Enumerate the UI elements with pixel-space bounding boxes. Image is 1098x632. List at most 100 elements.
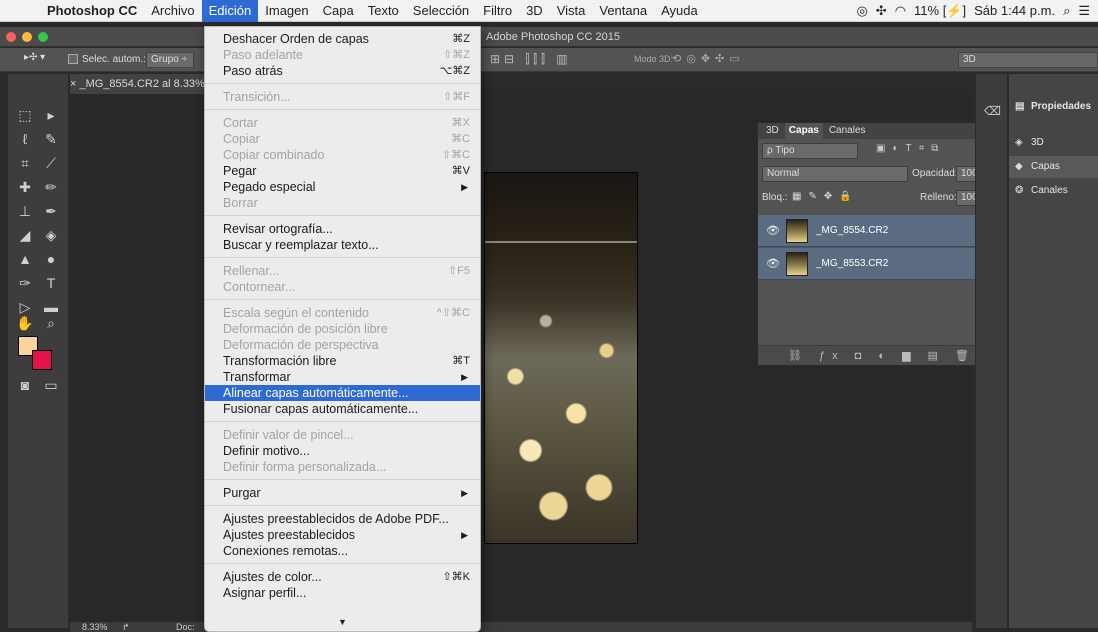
history-brush-tool-icon[interactable]: ✒ [40, 200, 62, 222]
mode-3d-icons[interactable]: ⟲◎✥✣▭ [672, 52, 745, 65]
history-panel-icon[interactable]: ⌫ [984, 104, 1001, 118]
blur-tool-icon[interactable]: ▲ [14, 248, 36, 270]
menu-ventana[interactable]: Ventana [592, 0, 654, 22]
menu-item[interactable]: Escala según el contenido ^⇧⌘C [205, 305, 480, 321]
menu-archivo[interactable]: Archivo [144, 0, 201, 22]
type-tool-icon[interactable]: T [40, 272, 62, 294]
menu-filtro[interactable]: Filtro [476, 0, 519, 22]
lasso-tool-icon[interactable]: ℓ [14, 128, 36, 150]
visibility-eye-icon[interactable]: 👁 [766, 224, 780, 237]
menu-item[interactable]: Copiar ⌘C [205, 131, 480, 147]
menu-item[interactable]: Contornear... [205, 279, 480, 295]
menu-item[interactable]: Ajustes preestablecidos de Adobe PDF... [205, 511, 480, 527]
clone-stamp-tool-icon[interactable]: ⊥ [14, 200, 36, 222]
healing-brush-tool-icon[interactable]: ✚ [14, 176, 36, 198]
share-icon[interactable]: ↱ [122, 622, 130, 632]
menu-item[interactable]: Definir valor de pincel... [205, 427, 480, 443]
menu-capa[interactable]: Capa [316, 0, 361, 22]
layer-row[interactable]: 👁 _MG_8553.CR2 [758, 248, 994, 280]
brush-tool-icon[interactable]: ✏ [40, 176, 62, 198]
menu-item[interactable]: Ajustes de color... ⇧⌘K [205, 569, 480, 585]
dodge-tool-icon[interactable]: ● [40, 248, 62, 270]
menu-item[interactable]: Transformar ▶ [205, 369, 480, 385]
align-distribute-icons[interactable]: ⊞⊟ ⫿⫿⫿ ▥ [490, 52, 572, 67]
menu-item[interactable]: Pegar ⌘V [205, 163, 480, 179]
zoom-tool-icon[interactable]: ⌕ [40, 312, 62, 334]
document-image[interactable] [484, 172, 638, 544]
layer-row[interactable]: 👁 _MG_8554.CR2 [758, 215, 994, 247]
menu-ayuda[interactable]: Ayuda [654, 0, 705, 22]
move-tool-icon[interactable]: ▸ [40, 104, 62, 126]
menu-seleccion[interactable]: Selección [406, 0, 476, 22]
crop-tool-icon[interactable]: ⌗ [14, 152, 36, 174]
zoom-readout[interactable]: 8.33% [82, 622, 108, 632]
menu-item[interactable]: Asignar perfil... [205, 585, 480, 601]
layers-panel-footer-icons[interactable]: ⛓ ƒx ◘ ◐ ▆ ▤ 🗑 [758, 345, 1006, 365]
battery-status[interactable]: 11% [⚡] [914, 3, 966, 19]
menu-item[interactable]: Fusionar capas automáticamente... [205, 401, 480, 417]
auto-select-checkbox[interactable] [68, 54, 78, 64]
tab-3d[interactable]: 3D [762, 123, 783, 139]
menu-item[interactable]: Definir motivo... [205, 443, 480, 459]
background-color-swatch[interactable] [32, 350, 52, 370]
tab-capas[interactable]: Capas [784, 123, 823, 139]
visibility-eye-icon[interactable]: 👁 [766, 257, 780, 270]
menu-item[interactable]: Paso atrás ⌥⌘Z [205, 63, 480, 79]
spotlight-icon[interactable]: ⌕ [1063, 3, 1070, 19]
menu-imagen[interactable]: Imagen [258, 0, 315, 22]
menu-item[interactable]: Deformación de perspectiva [205, 337, 480, 353]
menu-item[interactable]: Copiar combinado ⇧⌘C [205, 147, 480, 163]
eraser-tool-icon[interactable]: ◢ [14, 224, 36, 246]
menu-item[interactable]: Definir forma personalizada... [205, 459, 480, 475]
quick-mask-icon[interactable]: ◙ [14, 374, 36, 396]
menu-item[interactable]: Pegado especial ▶ [205, 179, 480, 195]
hand-tool-icon[interactable]: ✋ [14, 312, 36, 334]
dock-item-canales[interactable]: ❂ Canales [1009, 180, 1098, 202]
close-window-button[interactable] [6, 32, 16, 42]
menu-edicion[interactable]: Edición [201, 0, 259, 22]
menu-item[interactable]: Alinear capas automáticamente... [205, 385, 480, 401]
dock-item-3d[interactable]: ◈ 3D [1009, 132, 1098, 154]
menu-item[interactable]: Rellenar... ⇧F5 [205, 263, 480, 279]
marquee-tool-icon[interactable]: ⬚ [14, 104, 36, 126]
pen-tool-icon[interactable]: ✑ [14, 272, 36, 294]
menu-item[interactable]: Paso adelante ⇧⌘Z [205, 47, 480, 63]
tab-canales[interactable]: Canales [825, 123, 870, 139]
menu-item[interactable]: Buscar y reemplazar texto... [205, 237, 480, 253]
menu-item[interactable]: Borrar [205, 195, 480, 211]
auto-select-dropdown[interactable]: Grupo ÷ [146, 52, 194, 68]
menu-texto[interactable]: Texto [361, 0, 406, 22]
layer-filter-dropdown[interactable]: ρ Tipo [762, 143, 858, 159]
dock-item-capas[interactable]: ◆ Capas [1009, 156, 1098, 178]
move-tool-preset-icon[interactable]: ▸✣ ▾ [24, 52, 45, 63]
blend-mode-dropdown[interactable]: Normal [762, 166, 908, 182]
menu-item[interactable]: Cortar ⌘X [205, 115, 480, 131]
siri-icon[interactable]: ◎ [856, 3, 867, 19]
menu-item[interactable]: Deformación de posición libre [205, 321, 480, 337]
menu-vista[interactable]: Vista [550, 0, 593, 22]
quick-select-tool-icon[interactable]: ✎ [40, 128, 62, 150]
screen-mode-icon[interactable]: ▭ [40, 374, 62, 396]
menu-item[interactable]: Ajustes preestablecidos ▶ [205, 527, 480, 543]
menu-item[interactable]: Transición... ⇧⌘F [205, 89, 480, 105]
menu-item[interactable]: Purgar ▶ [205, 485, 480, 501]
eyedropper-tool-icon[interactable]: ⟋ [40, 152, 62, 174]
workspace-dropdown[interactable]: 3D [958, 52, 1098, 68]
minimize-window-button[interactable] [22, 32, 32, 42]
menu-scroll-down-icon[interactable]: ▼ [338, 617, 347, 627]
paint-bucket-tool-icon[interactable]: ◈ [40, 224, 62, 246]
menu-item[interactable]: Revisar ortografía... [205, 221, 480, 237]
menu-item[interactable]: Conexiones remotas... [205, 543, 480, 559]
document-tab[interactable]: × _MG_8554.CR2 al 8.33% [70, 74, 210, 94]
dock-item-propiedades[interactable]: ▤ Propiedades [1009, 96, 1098, 118]
notification-center-icon[interactable]: ☰ [1078, 3, 1090, 19]
dropbox-icon[interactable]: ✣ [876, 3, 887, 19]
wifi-icon[interactable]: ◠ [895, 3, 906, 19]
menu-item[interactable]: Transformación libre ⌘T [205, 353, 480, 369]
layer-filter-icons[interactable]: ▣◐T⌗⧉ [876, 143, 945, 159]
lock-icons[interactable]: ▦✎✥🔒 [792, 191, 859, 207]
zoom-window-button[interactable] [38, 32, 48, 42]
clock[interactable]: Sáb 1:44 p.m. [974, 3, 1055, 18]
menu-3d[interactable]: 3D [519, 0, 550, 22]
menu-item[interactable]: Deshacer Orden de capas ⌘Z [205, 31, 480, 47]
